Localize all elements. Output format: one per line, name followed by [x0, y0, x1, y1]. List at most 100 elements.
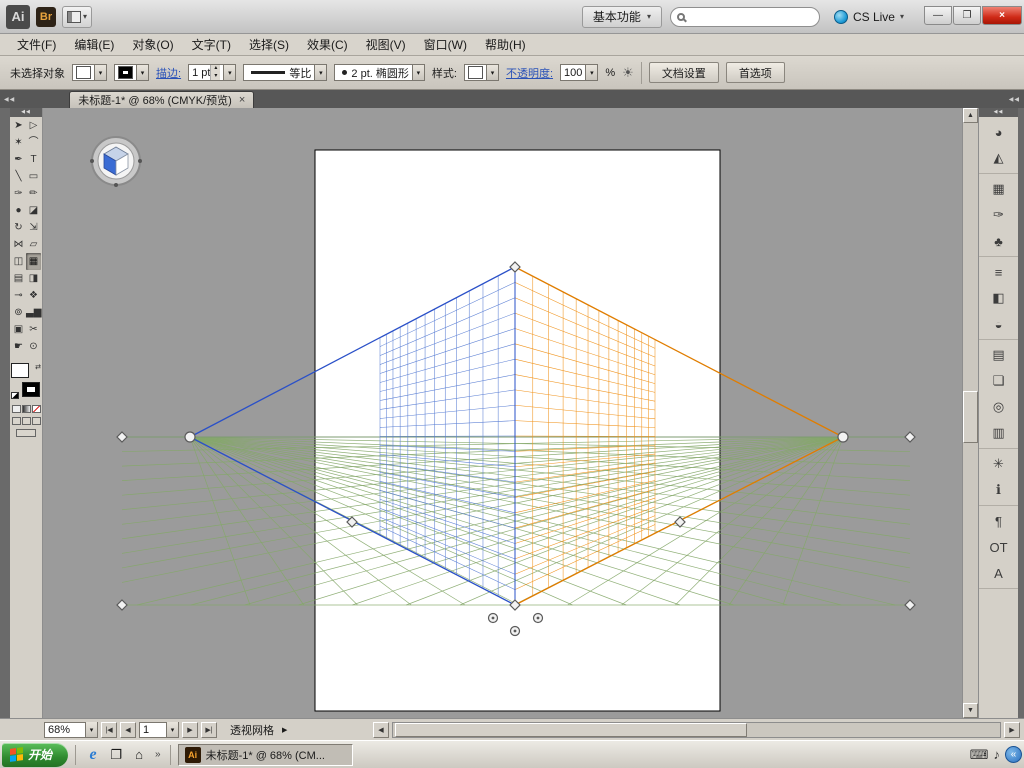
zoom-combo[interactable]: 68% ▾ [44, 722, 98, 738]
minimize-button[interactable]: — [924, 6, 952, 25]
workspace-switcher[interactable]: 基本功能 ▾ [582, 6, 662, 28]
show-desktop-icon[interactable]: ❐ [106, 745, 126, 765]
quick-launch-overflow-icon[interactable]: » [153, 749, 163, 760]
brushes-panel-icon[interactable]: ✑ [985, 203, 1013, 227]
stroke-panel-icon[interactable]: ≡ [985, 260, 1013, 284]
blend-tool[interactable]: ❖ [26, 287, 41, 304]
internet-explorer-icon[interactable]: e [83, 745, 103, 765]
gradient-tool[interactable]: ◨ [26, 270, 41, 287]
symbols-panel-icon[interactable]: ♣ [985, 229, 1013, 253]
artboards-panel-icon[interactable]: ❏ [985, 369, 1013, 393]
scroll-down-icon[interactable]: ▼ [963, 703, 978, 718]
close-icon[interactable]: × [239, 94, 245, 106]
screen-mode-button[interactable] [16, 429, 36, 437]
grid-handle-diamond[interactable] [117, 432, 127, 442]
close-button[interactable]: × [982, 6, 1022, 25]
hscroll-right-icon[interactable]: ▶ [1004, 722, 1020, 738]
menu-help[interactable]: 帮助(H) [476, 33, 535, 56]
preferences-button[interactable]: 首选项 [726, 62, 785, 83]
eyedropper-tool[interactable]: ⊸ [11, 287, 26, 304]
recolor-artwork-icon[interactable]: ☀ [622, 65, 634, 81]
rectangle-tool[interactable]: ▭ [26, 168, 41, 185]
zoom-tool[interactable]: ⊙ [26, 338, 41, 355]
character-panel-icon[interactable]: A [985, 561, 1013, 585]
search-input[interactable] [689, 10, 813, 24]
menu-type[interactable]: 文字(T) [183, 33, 240, 56]
hscroll-left-icon[interactable]: ◀ [373, 722, 389, 738]
restore-button[interactable]: ❐ [953, 6, 981, 25]
vanishing-point-handle[interactable] [185, 432, 195, 442]
gradient-button[interactable] [22, 405, 31, 413]
spin-down-icon[interactable]: ▾ [211, 73, 220, 81]
transparency-panel-icon[interactable]: ◒ [985, 312, 1013, 336]
column-graph-tool[interactable]: ▃▆ [26, 304, 41, 321]
vanishing-point-handle[interactable] [838, 432, 848, 442]
mesh-tool[interactable]: ▤ [11, 270, 26, 287]
keyboard-icon[interactable]: ⌨ [970, 747, 989, 763]
spin-up-icon[interactable]: ▴ [211, 65, 220, 73]
brush-definition-dropdown[interactable]: 2 pt. 椭圆形 ▾ [334, 64, 424, 81]
opentype-panel-icon[interactable]: OT [985, 535, 1013, 559]
status-menu-icon[interactable]: ▶ [282, 726, 287, 734]
style-dropdown[interactable]: ▾ [464, 64, 499, 81]
width-profile-dropdown[interactable]: 等比 ▾ [243, 64, 327, 81]
dock-collapse-icon[interactable]: ◀◀ [979, 108, 1018, 117]
menu-window[interactable]: 窗口(W) [415, 33, 476, 56]
cs-live-button[interactable]: CS Live ▾ [828, 6, 910, 28]
arrange-documents-button[interactable]: ▾ [62, 6, 92, 28]
menu-effect[interactable]: 效果(C) [298, 33, 357, 56]
hscroll-track[interactable] [393, 723, 1000, 737]
start-button[interactable]: 开始 [2, 743, 68, 767]
vscroll-thumb[interactable] [963, 391, 978, 443]
blob-brush-tool[interactable]: ● [11, 202, 26, 219]
volume-icon[interactable]: ♪ [994, 747, 1001, 763]
free-transform-tool[interactable]: ▱ [26, 236, 41, 253]
document-setup-button[interactable]: 文档设置 [649, 62, 719, 83]
direct-selection-tool[interactable]: ▷ [26, 117, 41, 134]
my-computer-icon[interactable]: ⌂ [129, 745, 149, 765]
appearance-panel-icon[interactable]: ◎ [985, 395, 1013, 419]
paragraph-panel-icon[interactable]: ¶ [985, 509, 1013, 533]
last-artboard-button[interactable]: ▶| [201, 722, 217, 738]
stroke-swatch[interactable] [22, 382, 40, 397]
fill-color-dropdown[interactable]: ▾ [72, 64, 107, 81]
draw-normal-button[interactable] [12, 417, 21, 425]
previous-artboard-button[interactable]: ◀ [120, 722, 136, 738]
paintbrush-tool[interactable]: ✑ [11, 185, 26, 202]
opacity-combo[interactable]: 100 ▾ [560, 64, 598, 81]
default-colors-icon[interactable] [11, 392, 19, 399]
stroke-weight-stepper[interactable]: ▴ ▾ [210, 65, 220, 80]
draw-behind-button[interactable] [22, 417, 31, 425]
pen-tool[interactable]: ✒ [11, 151, 26, 168]
menu-edit[interactable]: 编辑(E) [65, 33, 123, 56]
draw-inside-button[interactable] [32, 417, 41, 425]
search-box[interactable] [670, 7, 820, 27]
color-guide-panel-icon[interactable]: ◭ [985, 146, 1013, 170]
grid-handle-diamond[interactable] [905, 600, 915, 610]
grid-handle-diamond[interactable] [905, 432, 915, 442]
stroke-weight-combo[interactable]: 1 pt ▴ ▾ ▾ [188, 64, 236, 81]
canvas-area[interactable]: ▲ ▼ [43, 108, 978, 718]
opacity-panel-link[interactable]: 不透明度: [506, 65, 553, 81]
artboard-tool[interactable]: ▣ [11, 321, 26, 338]
kuler-panel-icon[interactable]: ◕ [985, 120, 1013, 144]
width-tool[interactable]: ⋈ [11, 236, 26, 253]
color-button[interactable] [12, 405, 21, 413]
stroke-color-dropdown[interactable]: ▾ [114, 64, 149, 81]
menu-select[interactable]: 选择(S) [240, 33, 298, 56]
symbol-sprayer-tool[interactable]: ⊚ [11, 304, 26, 321]
hscroll-thumb[interactable] [395, 723, 747, 737]
pencil-tool[interactable]: ✏ [26, 185, 41, 202]
fill-swatch[interactable] [11, 363, 29, 378]
links-panel-icon[interactable]: ▥ [985, 421, 1013, 445]
type-tool[interactable]: T [26, 151, 41, 168]
stroke-panel-link[interactable]: 描边: [156, 65, 181, 81]
menu-file[interactable]: 文件(F) [8, 33, 65, 56]
status-display[interactable]: 透视网格 ▶ [220, 722, 370, 738]
eraser-tool[interactable]: ◪ [26, 202, 41, 219]
hand-tool[interactable]: ☛ [11, 338, 26, 355]
illustrator-task-button[interactable]: Ai 未标题-1* @ 68% (CM... [178, 744, 353, 766]
horizontal-scrollbar[interactable] [392, 722, 1001, 738]
artboard-combo[interactable]: 1 ▾ [139, 722, 179, 738]
collapse-right-icon[interactable]: ◀◀ [1005, 96, 1024, 103]
